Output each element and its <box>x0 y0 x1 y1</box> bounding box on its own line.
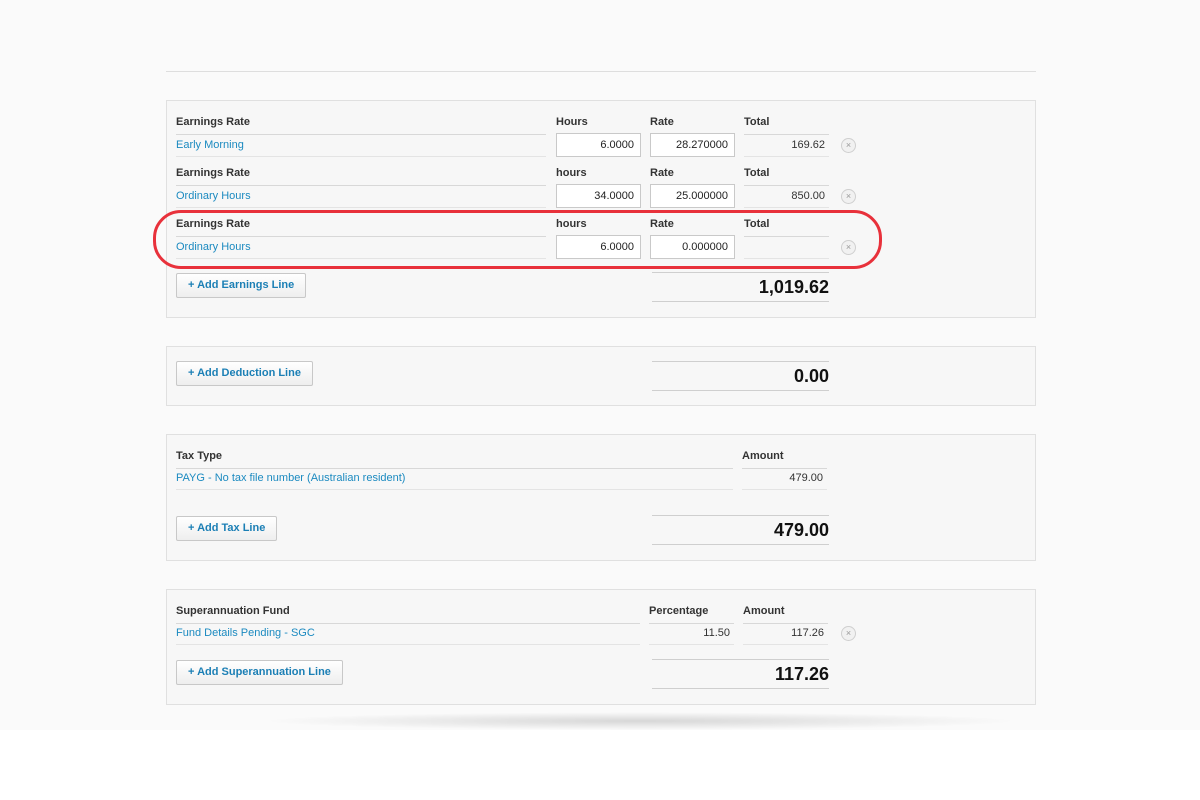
earnings-rate-header: Earnings Rate <box>176 113 546 135</box>
rate-header: Rate <box>650 164 735 186</box>
super-amount: 117.26 <box>743 621 828 645</box>
shadow <box>260 712 1020 730</box>
superannuation-fund-link[interactable]: Fund Details Pending - SGC <box>176 621 640 645</box>
hours-input[interactable]: 6.0000 <box>556 133 641 157</box>
highlight-annotation <box>153 210 882 269</box>
earnings-rate-link[interactable]: Ordinary Hours <box>176 184 546 208</box>
remove-line-icon[interactable]: × <box>841 189 856 204</box>
add-earnings-line-button[interactable]: + Add Earnings Line <box>176 273 307 298</box>
earnings-total: 1,019.62 <box>652 272 829 302</box>
super-percentage: 11.50 <box>649 621 734 645</box>
tax-type-link[interactable]: PAYG - No tax file number (Australian re… <box>176 466 733 490</box>
divider <box>166 71 1036 72</box>
earnings-rate-link[interactable]: Early Morning <box>176 133 546 157</box>
line-total: 850.00 <box>744 184 829 208</box>
total-header: Total <box>744 164 829 186</box>
rate-input[interactable]: 25.000000 <box>650 184 735 208</box>
add-superannuation-line-button[interactable]: + Add Superannuation Line <box>176 660 343 685</box>
rate-input[interactable]: 28.270000 <box>650 133 735 157</box>
rate-header: Rate <box>650 113 735 135</box>
add-deduction-line-button[interactable]: + Add Deduction Line <box>176 361 313 386</box>
deductions-total: 0.00 <box>652 361 829 391</box>
remove-line-icon[interactable]: × <box>841 626 856 641</box>
tax-amount: 479.00 <box>742 466 827 490</box>
line-total: 169.62 <box>744 133 829 157</box>
add-tax-line-button[interactable]: + Add Tax Line <box>176 516 278 541</box>
hours-input[interactable]: 34.0000 <box>556 184 641 208</box>
superannuation-total: 117.26 <box>652 659 829 689</box>
tax-total: 479.00 <box>652 515 829 545</box>
hours-header: Hours <box>556 113 641 135</box>
earnings-rate-header: Earnings Rate <box>176 164 546 186</box>
hours-header: hours <box>556 164 641 186</box>
remove-line-icon[interactable]: × <box>841 138 856 153</box>
total-header: Total <box>744 113 829 135</box>
